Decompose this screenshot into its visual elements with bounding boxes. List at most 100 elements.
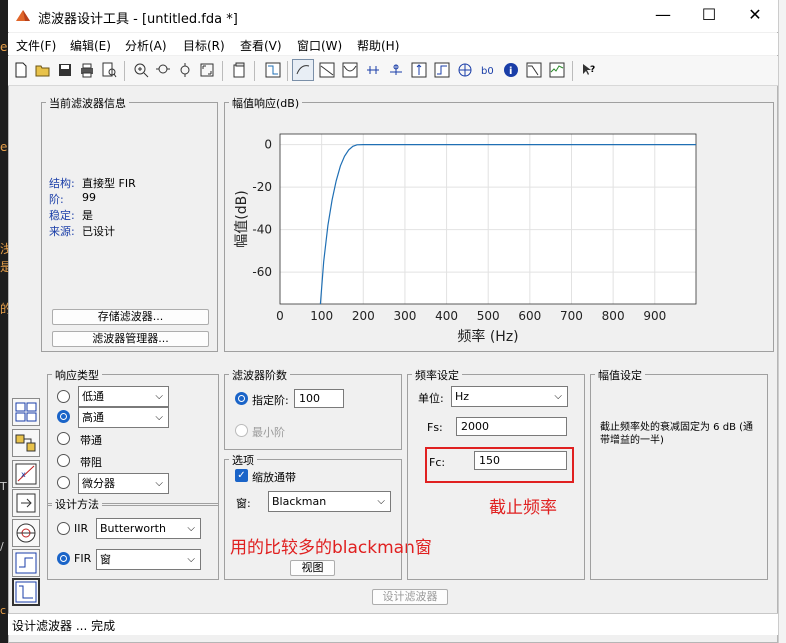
sidebar-import-icon[interactable] (12, 489, 40, 517)
pole-zero-icon[interactable] (454, 59, 476, 81)
sidebar-pole-zero-icon[interactable] (12, 519, 40, 547)
menu-window[interactable]: 窗口(W) (297, 37, 342, 54)
zoom-y-icon[interactable] (174, 59, 196, 81)
panel-title: 当前滤波器信息 (46, 95, 129, 111)
x-tick-label: 100 (310, 309, 333, 323)
cutoff-annotation: 截止频率 (489, 498, 557, 518)
window-label: 窗: (236, 497, 251, 510)
filter-specs-icon[interactable] (262, 59, 284, 81)
design-filter-button[interactable]: 设计滤波器 (372, 589, 448, 605)
maximize-button[interactable]: ☐ (686, 0, 732, 32)
window-dropdown[interactable]: Blackman ⌵ (268, 491, 391, 512)
phase-response-icon[interactable] (316, 59, 338, 81)
toolbar-separator (287, 61, 288, 81)
close-button[interactable]: ✕ (732, 0, 778, 32)
panel-title: 选项 (229, 452, 257, 468)
panel-title: 设计方法 (52, 496, 102, 512)
info-value-stable: 是 (82, 209, 93, 222)
magnitude-spec-panel: 幅值设定 截止频率处的衰减固定为 6 dB (通带增益的一半) (590, 367, 768, 580)
magnitude-estimate-icon[interactable] (523, 59, 545, 81)
y-tick-label: -20 (252, 180, 272, 194)
radio-differentiator[interactable] (57, 476, 70, 489)
radio-fir[interactable] (57, 552, 70, 565)
step-response-icon[interactable] (431, 59, 453, 81)
whats-this-help-icon[interactable]: ? (578, 59, 600, 81)
sidebar-design-filter-icon[interactable] (12, 578, 40, 606)
radio-bandpass[interactable] (57, 432, 70, 445)
full-view-icon[interactable] (196, 59, 218, 81)
impulse-response-icon[interactable] (408, 59, 430, 81)
noise-loading-icon[interactable] (546, 59, 568, 81)
radio-lowpass[interactable] (57, 390, 70, 403)
panel-title: 幅值响应(dB) (229, 95, 303, 111)
phase-delay-icon[interactable] (385, 59, 407, 81)
background-text: e (0, 40, 8, 54)
panel-title: 响应类型 (52, 367, 102, 383)
menu-analysis[interactable]: 分析(A) (125, 37, 167, 54)
chevron-down-icon: ⌵ (155, 391, 163, 402)
differentiator-dropdown[interactable]: 微分器 ⌵ (78, 473, 169, 494)
radio-highpass[interactable] (57, 410, 70, 423)
sidebar-pole-zero-editor-icon[interactable]: x (12, 460, 40, 488)
new-file-icon[interactable] (10, 59, 32, 81)
magnitude-response-icon[interactable] (292, 59, 314, 81)
save-icon[interactable] (54, 59, 76, 81)
background-text: / (0, 540, 4, 553)
order-input[interactable]: 100 (294, 389, 344, 408)
mag-phase-icon[interactable] (339, 59, 361, 81)
fs-label: Fs: (427, 421, 443, 434)
svg-text:?: ? (590, 65, 595, 75)
fc-input[interactable]: 150 (474, 451, 567, 470)
window-annotation: 用的比较多的blackman窗 (230, 538, 432, 558)
lowpass-dropdown[interactable]: 低通 ⌵ (78, 386, 169, 407)
chevron-down-icon: ⌵ (155, 478, 163, 489)
filter-manager-button[interactable]: 滤波器管理器... (52, 331, 209, 347)
zoom-in-icon[interactable] (130, 59, 152, 81)
store-filter-button[interactable]: 存储滤波器... (52, 309, 209, 325)
info-icon[interactable]: i (500, 59, 522, 81)
open-folder-icon[interactable] (32, 59, 54, 81)
menu-edit[interactable]: 编辑(E) (70, 37, 111, 54)
new-figure-icon[interactable] (228, 59, 250, 81)
y-axis-label: 幅值(dB) (234, 190, 250, 247)
fir-method-dropdown[interactable]: 窗 ⌵ (96, 549, 201, 570)
units-dropdown[interactable]: Hz ⌵ (451, 386, 568, 407)
minimize-button[interactable]: — (640, 0, 686, 32)
chevron-down-icon: ⌵ (155, 412, 163, 423)
x-tick-label: 300 (393, 309, 416, 323)
checkbox-scale-passband[interactable]: ✓ (235, 469, 248, 482)
print-preview-icon[interactable] (98, 59, 120, 81)
magnitude-response-chart[interactable]: 0 100 200 300 400 500 600 700 800 900 0 -20 -40 -60 频率… (228, 110, 772, 350)
print-icon[interactable] (76, 59, 98, 81)
specify-order-label: 指定阶: (252, 394, 289, 407)
sidebar-structure-icon[interactable] (12, 429, 40, 457)
radio-specify-order[interactable] (235, 392, 248, 405)
radio-iir[interactable] (57, 522, 70, 535)
select-value: Hz (455, 390, 470, 403)
panel-title: 幅值设定 (595, 367, 645, 383)
minimum-order-label: 最小阶 (252, 426, 285, 439)
menu-targets[interactable]: 目标(R) (183, 37, 225, 54)
sidebar-multirate-icon[interactable] (12, 549, 40, 577)
bandpass-label: 带通 (80, 434, 102, 447)
sidebar-transform-icon[interactable] (12, 398, 40, 426)
scale-passband-label: 缩放通带 (252, 471, 296, 484)
group-delay-icon[interactable] (362, 59, 384, 81)
fc-label: Fc: (429, 456, 446, 469)
radio-bandstop[interactable] (57, 454, 70, 467)
background-text: c (0, 604, 7, 617)
bandstop-label: 带阻 (80, 456, 102, 469)
radio-minimum-order[interactable] (235, 424, 248, 437)
highpass-dropdown[interactable]: 高通 ⌵ (78, 407, 169, 428)
svg-text:x: x (21, 470, 26, 479)
menu-help[interactable]: 帮助(H) (357, 37, 399, 54)
fs-input[interactable]: 2000 (456, 417, 567, 436)
menu-view[interactable]: 查看(V) (240, 37, 282, 54)
iir-method-dropdown[interactable]: Butterworth ⌵ (96, 518, 201, 539)
current-filter-info-panel: 当前滤波器信息 结构: 直接型 FIR 阶: 99 稳定: 是 来源: 已设计 … (41, 95, 218, 352)
coefficients-icon[interactable]: b0 (477, 59, 499, 81)
view-button[interactable]: 视图 (290, 560, 335, 576)
menu-file[interactable]: 文件(F) (16, 37, 56, 54)
info-value-source: 已设计 (82, 225, 115, 238)
zoom-x-icon[interactable] (152, 59, 174, 81)
